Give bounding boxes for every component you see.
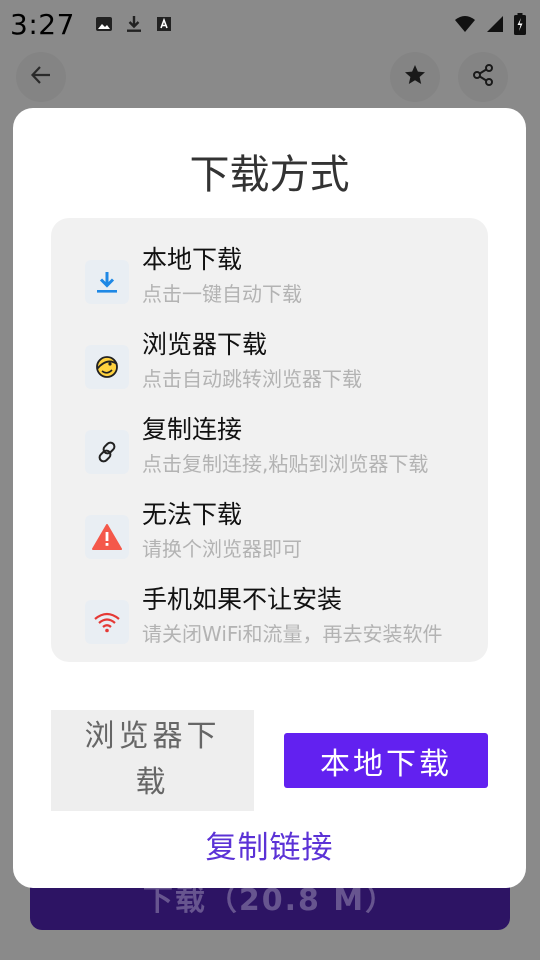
option-desc: 请关闭WiFi和流量，再去安装软件 xyxy=(142,622,443,646)
app-bar xyxy=(0,52,540,104)
browser-icon xyxy=(85,345,129,389)
option-copy-link[interactable]: 复制连接 点击复制连接,粘贴到浏览器下载 xyxy=(85,410,455,480)
option-title: 无法下载 xyxy=(142,500,243,529)
battery-charging-icon xyxy=(514,13,526,35)
wifi-icon xyxy=(85,600,129,644)
option-desc: 请换个浏览器即可 xyxy=(142,537,302,561)
option-desc: 点击自动跳转浏览器下载 xyxy=(142,367,362,391)
share-icon xyxy=(472,64,494,90)
favorite-button[interactable] xyxy=(390,52,440,102)
warning-icon xyxy=(85,515,129,559)
signal-icon xyxy=(486,15,504,33)
local-download-button[interactable]: 本地下载 xyxy=(284,733,488,788)
system-icons xyxy=(454,13,526,35)
download-method-dialog: 下载方式 本地下载 点击一键自动下载 浏览器下载 点击自动跳转浏览器下载 复制连… xyxy=(13,108,526,888)
option-title: 复制连接 xyxy=(142,415,243,444)
download-icon xyxy=(125,15,143,33)
image-icon xyxy=(95,15,113,33)
status-bar: 3:27 xyxy=(0,0,540,48)
option-local-download[interactable]: 本地下载 点击一键自动下载 xyxy=(85,240,455,310)
browser-download-button[interactable]: 浏览器下载 xyxy=(51,710,254,811)
notification-icons xyxy=(95,15,173,33)
dialog-title: 下载方式 xyxy=(189,152,350,198)
option-title: 手机如果不让安装 xyxy=(142,585,343,614)
download-arrow-icon xyxy=(85,260,129,304)
option-cannot-download[interactable]: 无法下载 请换个浏览器即可 xyxy=(85,495,455,565)
option-install-blocked[interactable]: 手机如果不让安装 请关闭WiFi和流量，再去安装软件 xyxy=(85,580,455,650)
back-button[interactable] xyxy=(16,52,66,102)
option-desc: 点击复制连接,粘贴到浏览器下载 xyxy=(142,452,429,476)
options-panel: 本地下载 点击一键自动下载 浏览器下载 点击自动跳转浏览器下载 复制连接 点击复… xyxy=(51,218,488,662)
option-desc: 点击一键自动下载 xyxy=(142,282,302,306)
option-title: 浏览器下载 xyxy=(142,330,268,359)
option-browser-download[interactable]: 浏览器下载 点击自动跳转浏览器下载 xyxy=(85,325,455,395)
copy-link-button[interactable]: 复制链接 xyxy=(13,822,526,867)
status-time: 3:27 xyxy=(10,7,75,41)
option-title: 本地下载 xyxy=(142,245,243,274)
wifi-icon xyxy=(454,15,476,33)
font-icon xyxy=(155,15,173,33)
arrow-left-icon xyxy=(30,64,52,90)
share-button[interactable] xyxy=(458,52,508,102)
link-icon xyxy=(85,430,129,474)
star-icon xyxy=(403,63,427,91)
